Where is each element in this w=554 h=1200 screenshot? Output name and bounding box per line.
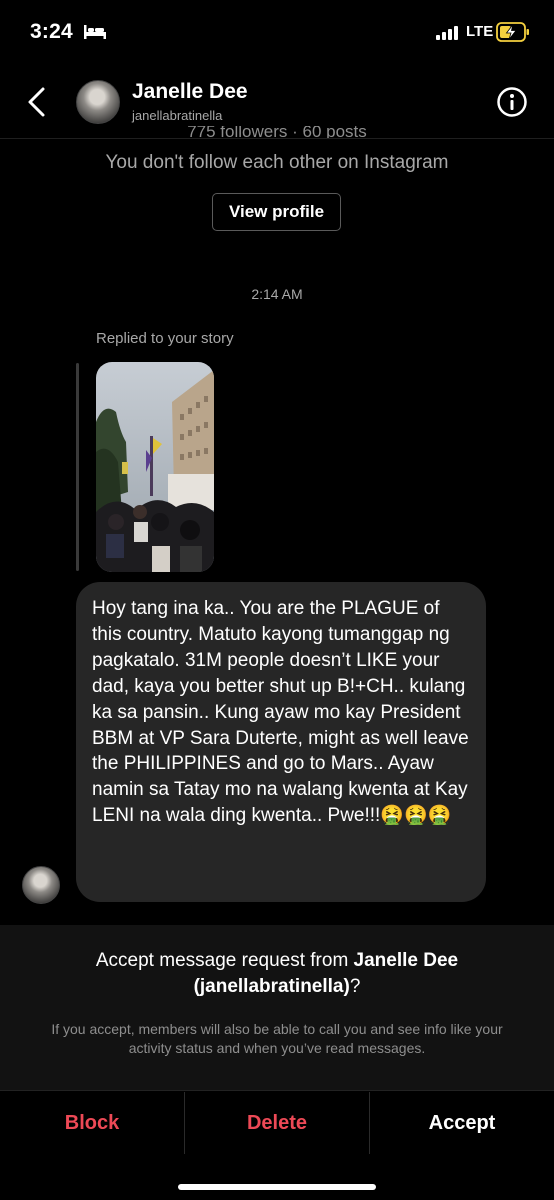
accept-button[interactable]: Accept — [370, 1090, 554, 1156]
request-title: Accept message request from Janelle Dee(… — [95, 950, 459, 997]
profile-name[interactable]: Janelle Dee — [132, 80, 248, 104]
request-title-handle: (janellabratinella) — [193, 976, 350, 997]
profile-handle: janellabratinella — [132, 108, 223, 123]
header-divider — [0, 138, 554, 139]
replied-to-story-label: Replied to your story — [96, 330, 234, 347]
story-thumbnail[interactable] — [96, 362, 214, 572]
signal-icon — [436, 26, 458, 40]
message-bubble[interactable]: Hoy tang ina ka.. You are the PLAGUE of … — [76, 582, 486, 902]
avatar[interactable] — [76, 80, 120, 124]
info-icon[interactable] — [496, 86, 528, 118]
request-title-name: Janelle Dee — [353, 950, 459, 971]
battery-charging-icon — [496, 22, 529, 42]
reply-indicator-bar — [76, 363, 79, 571]
block-button[interactable]: Block — [0, 1090, 184, 1156]
status-time: 3:24 — [30, 20, 73, 43]
follow-status: You don't follow each other on Instagram — [105, 152, 449, 173]
delete-button[interactable]: Delete — [185, 1090, 369, 1156]
sender-avatar — [22, 866, 60, 904]
view-profile-button[interactable]: View profile — [212, 193, 341, 231]
network-label: LTE — [466, 23, 494, 40]
back-chevron-icon[interactable] — [24, 86, 50, 118]
message-timestamp: 2:14 AM — [251, 286, 303, 302]
request-description: If you accept, members will also be able… — [51, 1021, 503, 1056]
profile-stats: 775 followers · 60 posts — [187, 126, 367, 138]
bed-icon — [84, 25, 106, 39]
home-indicator — [178, 1184, 376, 1190]
